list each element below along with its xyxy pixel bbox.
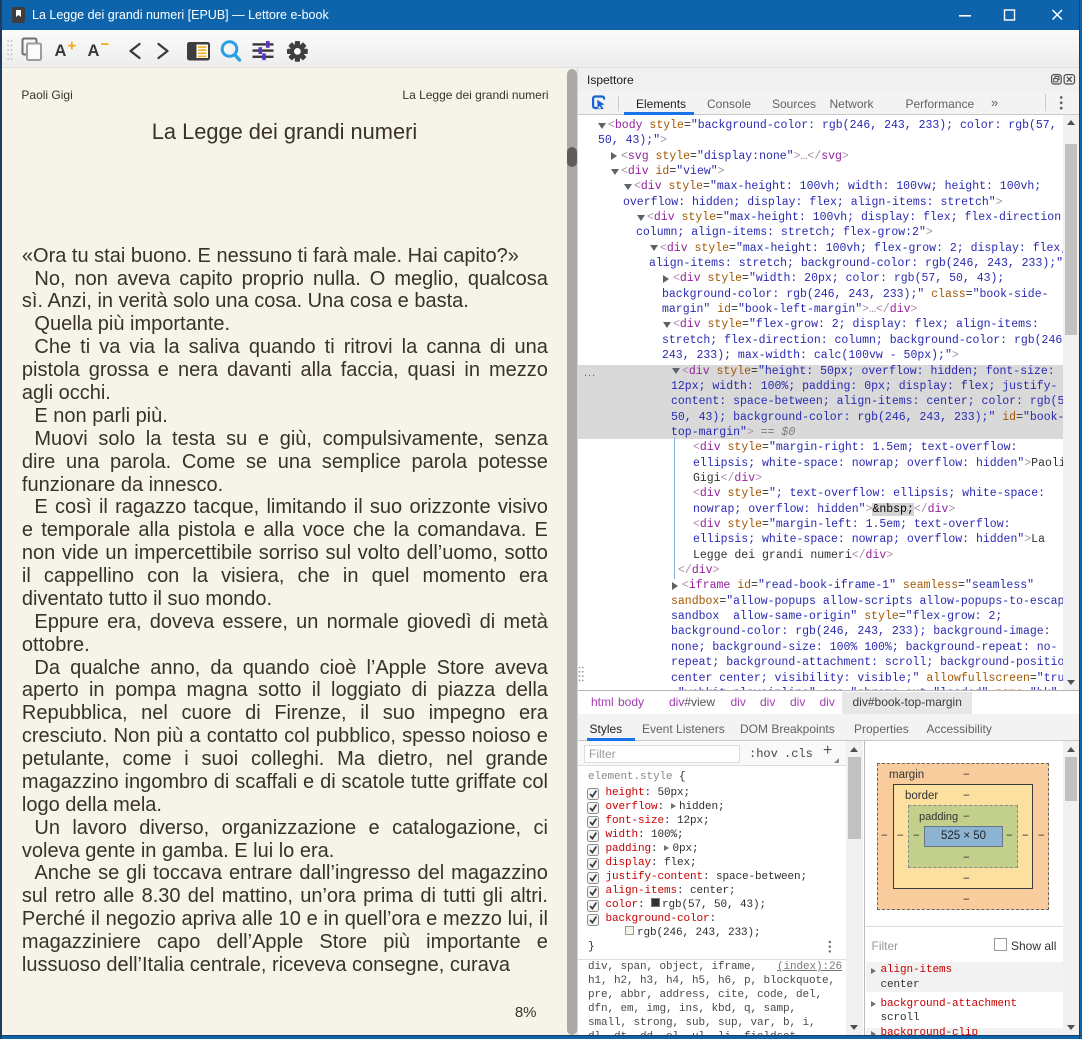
svg-text:−: − [101, 36, 110, 53]
svg-text:+: + [68, 38, 77, 55]
svg-text:A: A [55, 42, 67, 60]
svg-text:A: A [88, 42, 100, 60]
